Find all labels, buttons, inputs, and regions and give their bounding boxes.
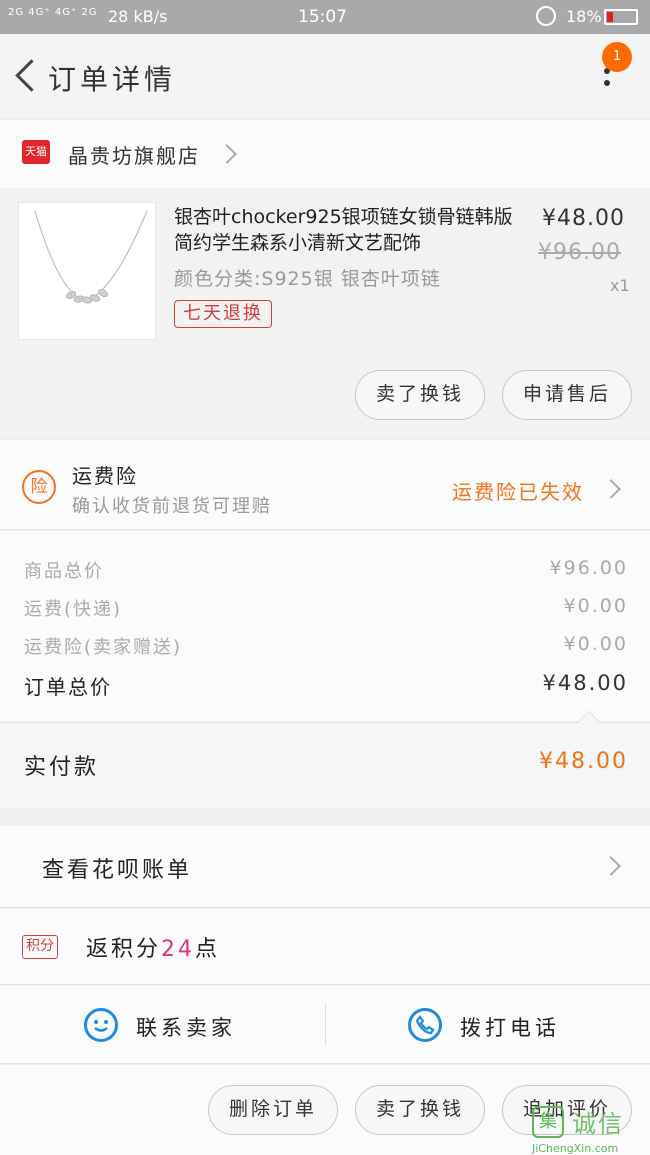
chat-smiley-icon [84, 1008, 118, 1042]
summary-row-goods-total: 商品总价 ¥96.00 [24, 557, 628, 587]
signal-indicator: 2G 4G⁺ 4G⁺ 2G [8, 7, 98, 18]
summary-row-order-total: 订单总价 ¥48.00 [24, 671, 628, 701]
summary-label: 运费(快递) [24, 599, 123, 620]
points-text: 返积分24点 [86, 937, 221, 962]
shop-row[interactable]: 天猫 晶贵坊旗舰店 [0, 120, 650, 188]
apply-aftersale-button[interactable]: 申请售后 [502, 370, 632, 420]
product-thumbnail[interactable] [18, 202, 156, 340]
product-title[interactable]: 银杏叶chocker925银项链女锁骨链韩版简约学生森系小清新文艺配饰 [174, 204, 524, 256]
price-summary: 商品总价 ¥96.00 运费(快递) ¥0.00 运费险(卖家赠送) ¥0.00… [0, 531, 650, 721]
summary-label: 订单总价 [24, 675, 112, 699]
watermark-url: JiChengXin.com [532, 1142, 619, 1155]
amount-paid-label: 实付款 [24, 755, 100, 780]
huabei-bill-label: 查看花呗账单 [42, 858, 193, 883]
battery-percent: 18% [566, 7, 602, 26]
contact-seller-button[interactable]: 联系卖家 [136, 1012, 236, 1042]
order-item-card: 银杏叶chocker925银项链女锁骨链韩版简约学生森系小清新文艺配饰 颜色分类… [0, 190, 650, 438]
rotation-lock-icon [536, 6, 556, 26]
necklace-image [34, 210, 148, 304]
battery-icon [604, 9, 638, 25]
amount-paid-row: 实付款 ¥48.00 [0, 710, 650, 808]
page-title: 订单详情 [48, 63, 177, 96]
sell-button[interactable]: 卖了换钱 [355, 370, 485, 420]
tmall-logo-icon: 天猫 [22, 140, 50, 164]
summary-row-shipping: 运费(快递) ¥0.00 [24, 595, 628, 625]
status-bar: 2G 4G⁺ 4G⁺ 2G 28 kB/s 15:07 18% [0, 0, 650, 34]
notification-badge: 1 [602, 42, 632, 72]
call-phone-button[interactable]: 拨打电话 [460, 1012, 560, 1042]
network-speed: 28 kB/s [108, 7, 168, 26]
points-tag: 积分 [22, 935, 58, 959]
summary-label: 运费险(卖家赠送) [24, 637, 183, 658]
summary-row-insurance: 运费险(卖家赠送) ¥0.00 [24, 633, 628, 663]
insurance-status: 运费险已失效 [452, 480, 584, 504]
more-menu-icon[interactable] [598, 68, 616, 98]
points-row: 积分 返积分24点 [0, 909, 650, 985]
delete-order-button[interactable]: 删除订单 [208, 1085, 338, 1135]
back-arrow-icon[interactable] [8, 56, 38, 96]
clock: 15:07 [298, 7, 347, 27]
shop-name: 晶贵坊旗舰店 [68, 144, 200, 168]
quantity: x1 [610, 276, 630, 295]
summary-label: 商品总价 [24, 561, 104, 582]
watermark-name: 诚信 [572, 1110, 624, 1138]
huabei-bill-row[interactable]: 查看花呗账单 [0, 826, 650, 908]
app-header: 订单详情 1 [0, 34, 650, 118]
site-watermark: 集 诚信 JiChengXin.com [532, 1104, 650, 1155]
current-price: ¥48.00 [542, 206, 625, 231]
chevron-right-icon [601, 856, 621, 876]
shipping-insurance-row[interactable]: 险 运费险 确认收货前退货可理赔 运费险已失效 [0, 440, 650, 530]
return-policy-tag: 七天退换 [174, 300, 272, 328]
insurance-subtitle: 确认收货前退货可理赔 [72, 496, 272, 517]
summary-value: ¥0.00 [563, 595, 628, 617]
chevron-right-icon [601, 479, 621, 499]
watermark-logo-icon: 集 [532, 1106, 564, 1138]
insurance-title: 运费险 [72, 464, 138, 488]
summary-value: ¥48.00 [542, 671, 628, 695]
original-price: ¥96.00 [538, 240, 621, 265]
contact-bar: 联系卖家 拨打电话 [0, 986, 650, 1064]
chevron-right-icon [217, 144, 237, 164]
insurance-icon: 险 [22, 470, 56, 504]
phone-icon [408, 1008, 442, 1042]
amount-paid-value: ¥48.00 [539, 749, 628, 774]
summary-value: ¥96.00 [549, 557, 628, 579]
summary-value: ¥0.00 [563, 633, 628, 655]
product-spec: 颜色分类:S925银 银杏叶项链 [174, 268, 441, 290]
sell-button-bottom[interactable]: 卖了换钱 [355, 1085, 485, 1135]
points-value: 24 [161, 937, 196, 962]
